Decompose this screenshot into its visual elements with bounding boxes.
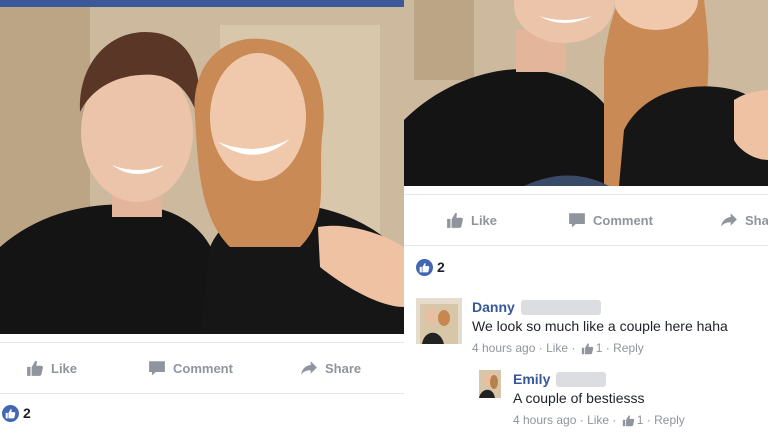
separator-dot: · <box>568 341 579 355</box>
avatar[interactable] <box>479 370 501 398</box>
share-button[interactable]: Sha <box>720 195 768 245</box>
facebook-top-bar <box>0 0 404 7</box>
comment-like-count[interactable]: 1 <box>596 339 603 358</box>
separator-dot: · <box>576 413 588 427</box>
comment-icon <box>148 359 166 377</box>
thumbs-up-icon <box>446 211 464 229</box>
redacted-surname <box>556 372 607 387</box>
thumbs-up-icon <box>26 359 44 377</box>
right-post-card: Like Comment Sha 2 Danny We look so much… <box>404 0 768 433</box>
comment-button-label: Comment <box>173 360 233 376</box>
comment-timestamp[interactable]: 4 hours ago <box>472 339 535 358</box>
share-arrow-icon <box>300 359 318 377</box>
comment-reply-link[interactable]: Reply <box>613 339 644 358</box>
comment-timestamp[interactable]: 4 hours ago <box>513 411 576 430</box>
reaction-count: 2 <box>23 405 31 421</box>
like-button[interactable]: Like <box>26 343 77 393</box>
comment-like-count[interactable]: 1 <box>637 411 644 430</box>
redacted-surname <box>520 300 601 315</box>
reaction-count: 2 <box>437 259 445 275</box>
comment-like-link[interactable]: Like <box>546 339 568 358</box>
comment-button[interactable]: Comment <box>148 343 233 393</box>
comment-icon <box>568 211 586 229</box>
like-button[interactable]: Like <box>446 195 497 245</box>
comment-body: Danny We look so much like a couple here… <box>472 298 728 358</box>
separator-dot: · <box>535 341 547 355</box>
comment: Danny We look so much like a couple here… <box>416 298 728 358</box>
comment-author[interactable]: Danny <box>472 298 728 317</box>
post-action-bar: Like Comment Sha <box>404 194 768 246</box>
left-post-card: Like Comment Share 2 <box>0 0 404 433</box>
thumbs-up-icon <box>581 342 594 355</box>
author-name[interactable]: Emily <box>513 370 550 389</box>
like-reaction-icon <box>416 258 433 276</box>
like-button-label: Like <box>51 360 78 376</box>
comment-meta: 4 hours ago · Like · 1 · Reply <box>513 411 685 430</box>
comment-button[interactable]: Comment <box>568 195 653 245</box>
share-button-label: Share <box>325 360 362 376</box>
separator-dot: · <box>609 413 620 427</box>
thumbs-up-icon <box>622 414 635 427</box>
reaction-summary[interactable]: 2 <box>2 402 31 424</box>
share-button[interactable]: Share <box>300 343 361 393</box>
share-button-label: Sha <box>745 212 768 228</box>
reaction-summary[interactable]: 2 <box>416 256 445 278</box>
comment-like-link[interactable]: Like <box>587 411 609 430</box>
separator-dot: · <box>643 413 655 427</box>
comment-text: A couple of bestiesss <box>513 390 645 406</box>
post-photo[interactable] <box>0 7 404 334</box>
author-name[interactable]: Danny <box>472 298 515 317</box>
post-action-bar: Like Comment Share <box>0 342 404 394</box>
comment-author[interactable]: Emily <box>513 370 685 389</box>
comment-body: Emily A couple of bestiesss 4 hours ago … <box>513 370 685 430</box>
comment-reply: Emily A couple of bestiesss 4 hours ago … <box>479 370 685 430</box>
separator-dot: · <box>602 341 614 355</box>
comment-reply-link[interactable]: Reply <box>654 411 685 430</box>
comment-button-label: Comment <box>593 212 653 228</box>
avatar[interactable] <box>416 298 462 344</box>
like-reaction-icon <box>2 404 19 422</box>
comment-meta: 4 hours ago · Like · 1 · Reply <box>472 339 728 358</box>
like-button-label: Like <box>471 212 498 228</box>
comment-text: We look so much like a couple here haha <box>472 318 728 334</box>
post-photo[interactable] <box>404 0 768 186</box>
share-arrow-icon <box>720 211 738 229</box>
